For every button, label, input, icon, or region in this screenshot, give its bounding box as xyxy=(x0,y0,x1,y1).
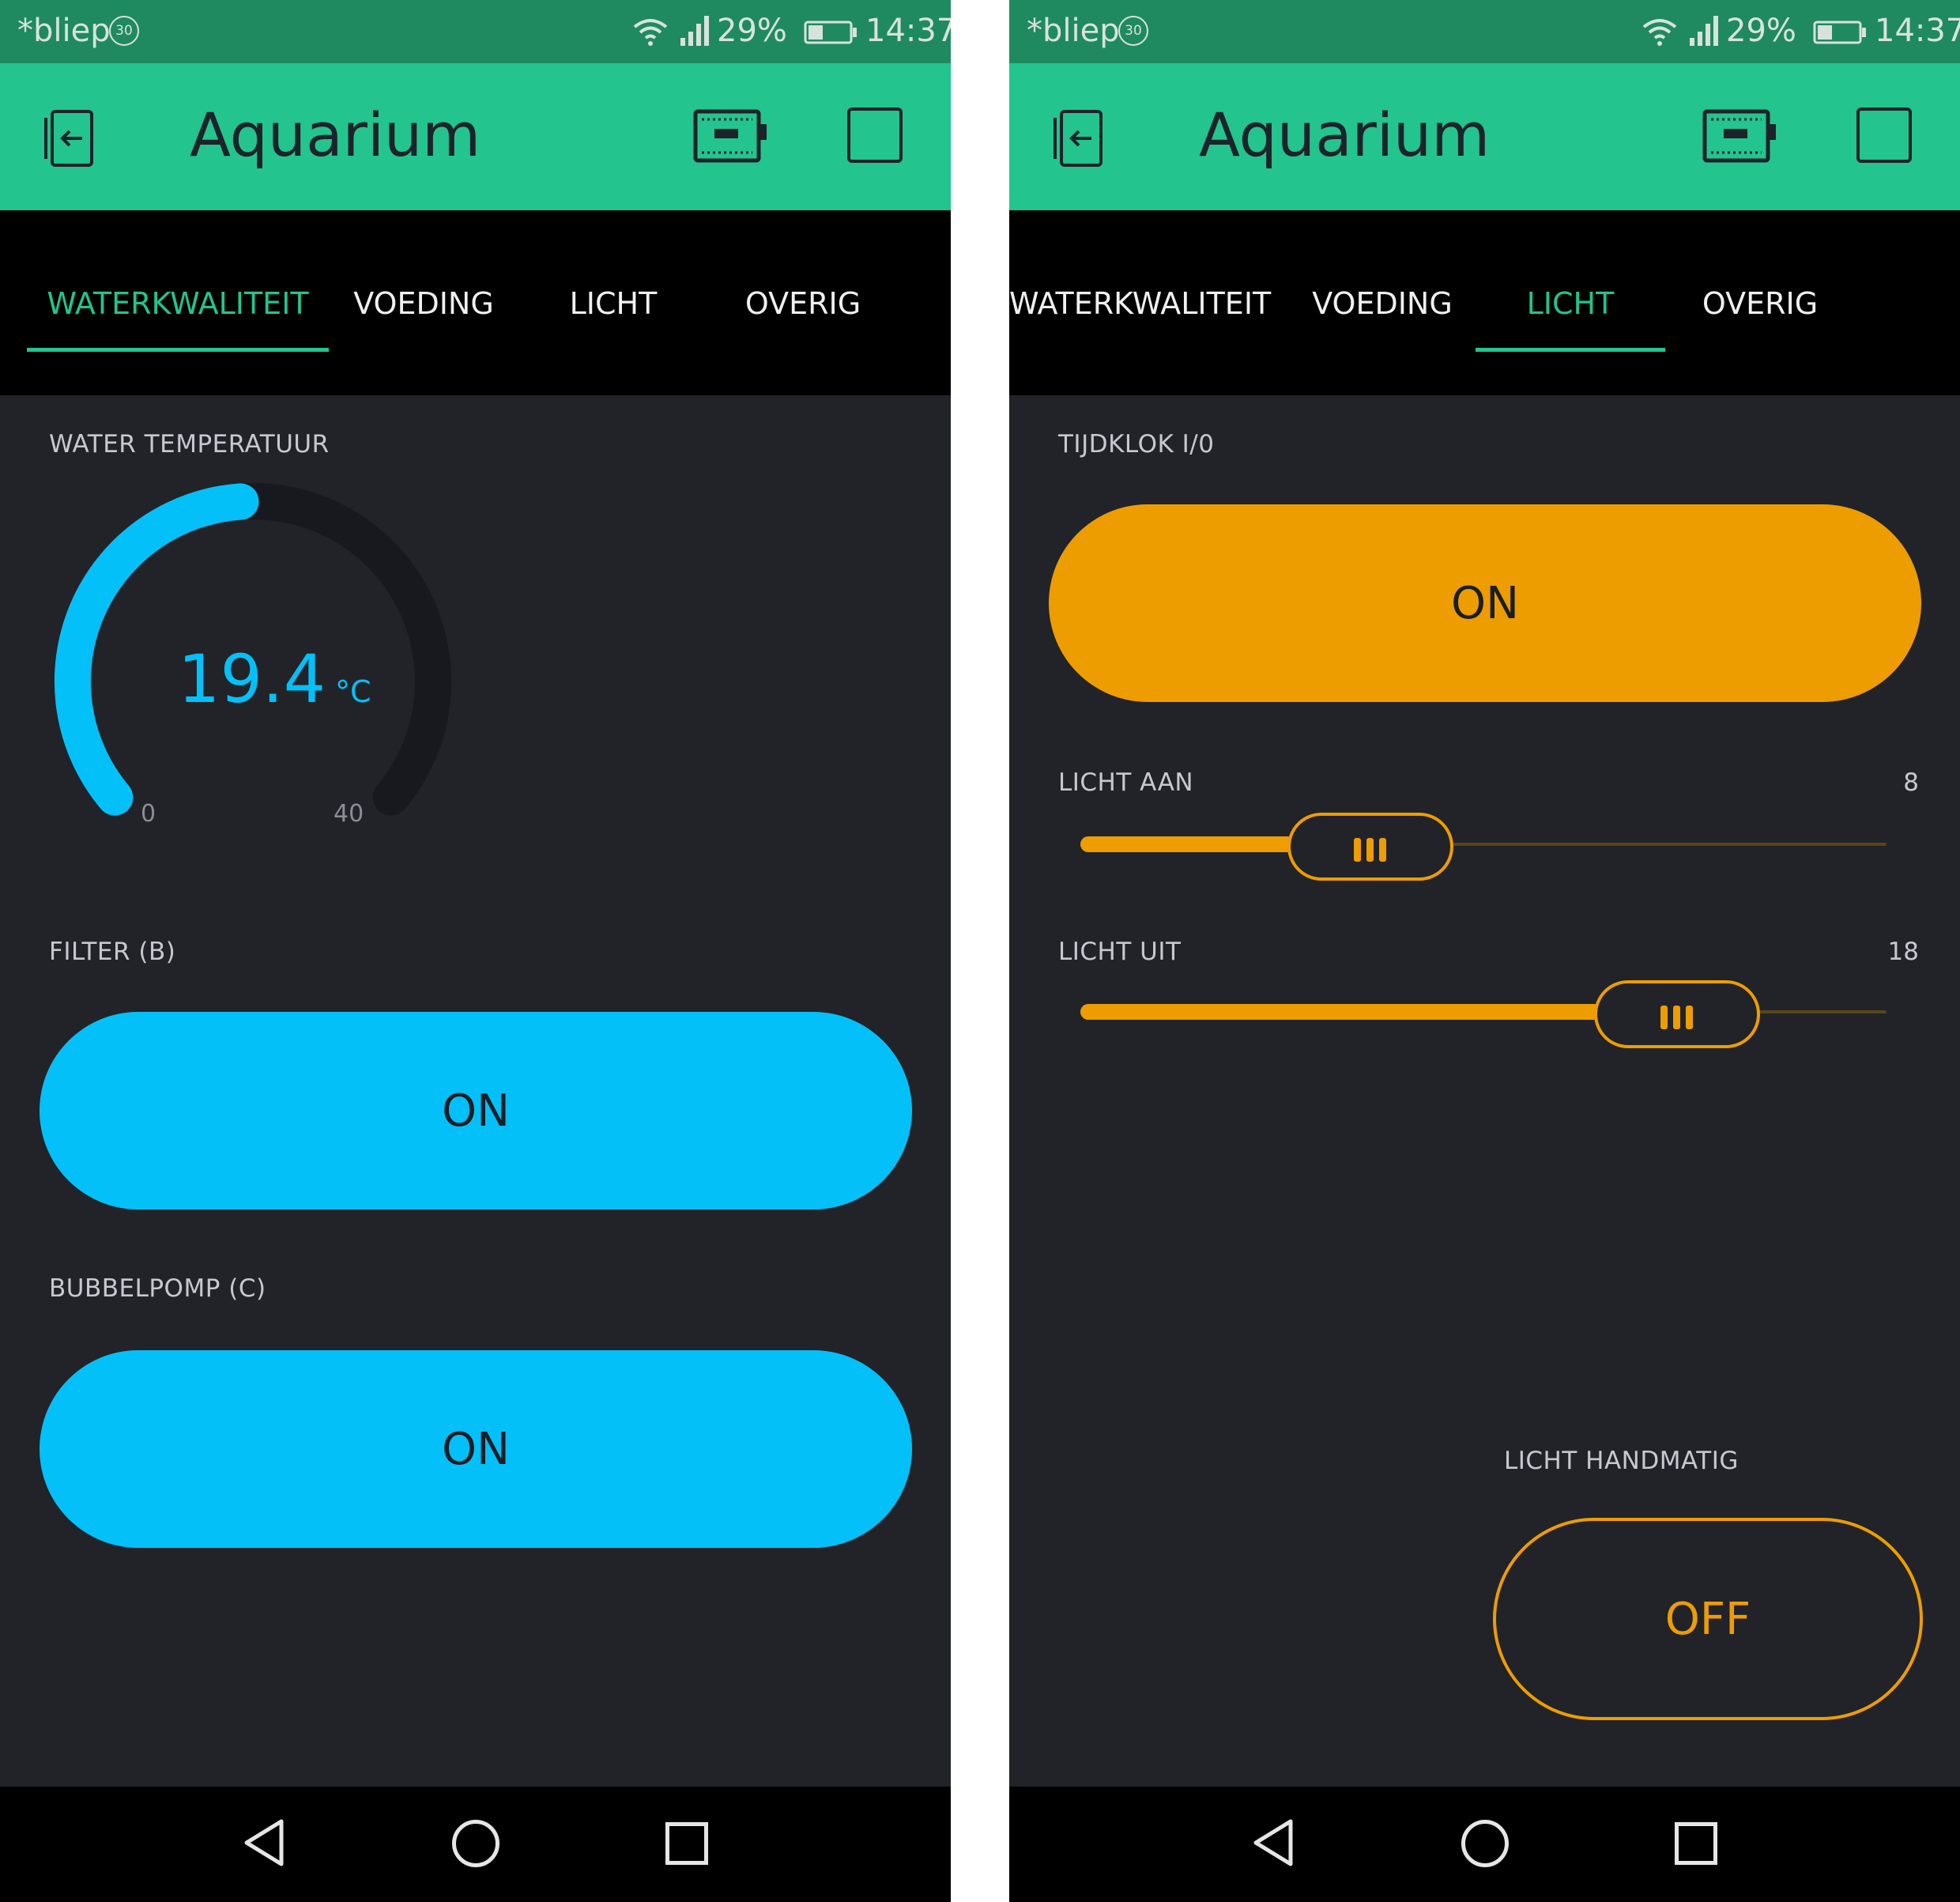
licht-aan-label: LICHT AAN xyxy=(1058,768,1194,797)
temperature-gauge: 19.4 °C 0 40 xyxy=(40,474,466,838)
clock: 14:37 xyxy=(865,13,951,49)
android-nav-bar xyxy=(1009,1787,1960,1902)
tab-licht[interactable]: LICHT xyxy=(1476,286,1665,326)
tab-bar: WATERKWALITEIT VOEDING LICHT OVERIG xyxy=(1009,210,1960,395)
back-triangle-icon[interactable] xyxy=(242,1818,286,1867)
tab-overig[interactable]: OVERIG xyxy=(1673,286,1847,326)
grip-icon xyxy=(1379,838,1387,862)
tab-licht[interactable]: LICHT xyxy=(526,286,700,326)
tab-waterkwaliteit[interactable]: WATERKWALITEIT xyxy=(27,286,329,326)
battery-percentage: 29% xyxy=(1726,13,1796,49)
phone-screen-waterkwaliteit: *bliep 30 29% 14:37 Aquarium WATERKWALIT… xyxy=(0,0,951,1902)
device-icon[interactable] xyxy=(692,107,768,165)
tab-voeding[interactable]: VOEDING xyxy=(345,286,503,326)
gauge-value: 19.4 °C xyxy=(178,640,371,718)
notification-badge: 30 xyxy=(1118,16,1148,46)
device-icon[interactable] xyxy=(1702,107,1777,165)
battery-icon xyxy=(1813,21,1866,44)
signal-icon xyxy=(680,16,709,46)
tab-overig[interactable]: OVERIG xyxy=(716,286,890,326)
carrier-name: *bliep xyxy=(17,13,111,49)
gauge-label: WATER TEMPERATUUR xyxy=(49,430,330,459)
stop-button[interactable] xyxy=(847,108,903,163)
home-circle-icon[interactable] xyxy=(452,1820,499,1867)
recents-square-icon[interactable] xyxy=(665,1822,708,1865)
gauge-number: 19.4 xyxy=(178,640,326,718)
battery-percentage: 29% xyxy=(717,13,787,49)
status-bar: *bliep 30 29% 14:37 xyxy=(0,0,951,63)
gauge-unit: °C xyxy=(335,674,371,709)
stop-button[interactable] xyxy=(1856,108,1912,163)
recents-square-icon[interactable] xyxy=(1675,1822,1717,1865)
home-circle-icon[interactable] xyxy=(1461,1820,1509,1867)
exit-icon[interactable] xyxy=(41,107,104,170)
app-title: Aquarium xyxy=(1199,100,1491,170)
gauge-min: 0 xyxy=(141,800,156,828)
android-nav-bar xyxy=(0,1787,951,1902)
app-title: Aquarium xyxy=(190,100,481,170)
grip-icon xyxy=(1672,1006,1680,1029)
tab-waterkwaliteit[interactable]: WATERKWALITEIT xyxy=(1009,286,1271,326)
grip-icon xyxy=(1354,838,1362,862)
status-bar: *bliep 30 29% 14:37 xyxy=(1009,0,1960,63)
tijdklok-button[interactable]: ON xyxy=(1049,504,1921,702)
licht-aan-slider[interactable] xyxy=(1080,813,1886,881)
app-header: Aquarium xyxy=(0,63,951,210)
slider-handle[interactable] xyxy=(1287,813,1454,881)
licht-handmatig-button[interactable]: OFF xyxy=(1493,1518,1923,1720)
bubbelpomp-button[interactable]: ON xyxy=(40,1350,912,1548)
notification-badge: 30 xyxy=(109,16,139,46)
wifi-icon xyxy=(633,19,668,46)
licht-uit-value: 18 xyxy=(1887,938,1919,966)
filter-label: FILTER (B) xyxy=(49,938,176,966)
gauge-max: 40 xyxy=(334,800,364,828)
tab-voeding[interactable]: VOEDING xyxy=(1303,286,1461,326)
grip-icon xyxy=(1660,1006,1668,1029)
active-tab-indicator xyxy=(27,348,329,352)
slider-fill xyxy=(1080,1004,1602,1020)
battery-icon xyxy=(804,21,857,44)
wifi-icon xyxy=(1642,19,1677,46)
tijdklok-label: TIJDKLOK I/0 xyxy=(1058,430,1215,459)
slider-handle[interactable] xyxy=(1593,980,1760,1048)
filter-button[interactable]: ON xyxy=(40,1012,912,1210)
tab-bar: WATERKWALITEIT VOEDING LICHT OVERIG xyxy=(0,210,951,395)
exit-icon[interactable] xyxy=(1050,107,1114,170)
licht-uit-label: LICHT UIT xyxy=(1058,938,1182,966)
grip-icon xyxy=(1685,1006,1693,1029)
bubbelpomp-label: BUBBELPOMP (C) xyxy=(49,1274,266,1303)
carrier-name: *bliep xyxy=(1027,13,1120,49)
app-header: Aquarium xyxy=(1009,63,1960,210)
licht-uit-slider[interactable] xyxy=(1080,980,1886,1048)
slider-fill xyxy=(1080,836,1296,852)
signal-icon xyxy=(1690,16,1718,46)
active-tab-indicator xyxy=(1476,348,1665,352)
licht-handmatig-label: LICHT HANDMATIG xyxy=(1504,1447,1739,1475)
phone-screen-licht: *bliep 30 29% 14:37 Aquarium WATERKWALIT… xyxy=(1009,0,1960,1902)
grip-icon xyxy=(1366,838,1374,862)
back-triangle-icon[interactable] xyxy=(1251,1818,1295,1867)
clock: 14:37 xyxy=(1875,13,1960,49)
licht-aan-value: 8 xyxy=(1903,768,1919,797)
